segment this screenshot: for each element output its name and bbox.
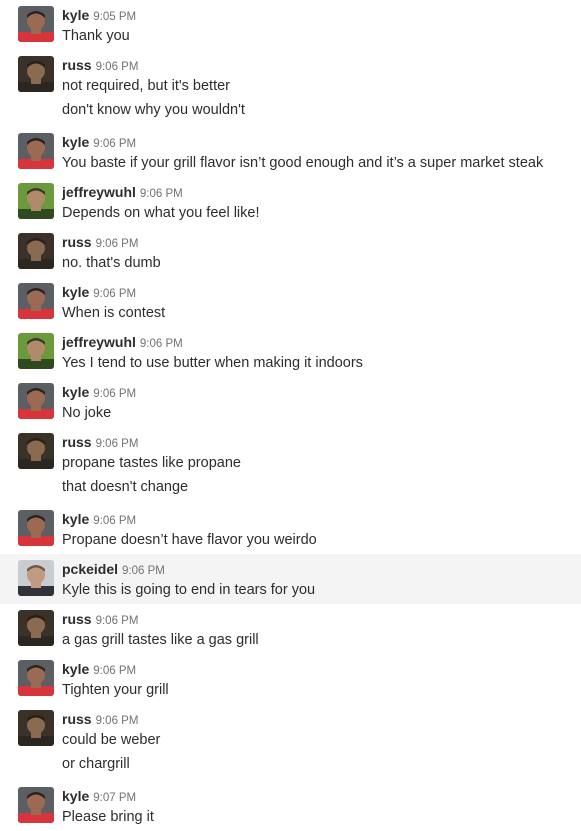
message-header: russ 9:06 PM xyxy=(62,710,138,730)
avatar[interactable] xyxy=(18,283,54,319)
message-item[interactable]: kyle 9:05 PM Thank you xyxy=(0,0,581,50)
message-item[interactable]: pckeidel 9:06 PM Kyle this is going to end… xyxy=(0,554,581,604)
timestamp[interactable]: 9:06 PM xyxy=(93,388,136,400)
message-item[interactable]: russ 9:06 PM a gas grill tastes like a gas… xyxy=(0,604,581,654)
timestamp[interactable]: 9:07 PM xyxy=(93,792,136,804)
timestamp[interactable]: 9:06 PM xyxy=(93,138,136,150)
message-header: russ 9:06 PM xyxy=(62,433,138,453)
username[interactable]: kyle xyxy=(62,284,89,300)
avatar[interactable] xyxy=(18,333,54,369)
avatar[interactable] xyxy=(18,433,54,469)
message-text: not required, but it's better xyxy=(62,78,231,94)
avatar[interactable] xyxy=(18,6,54,42)
avatar[interactable] xyxy=(18,787,54,823)
message-item[interactable]: russ 9:06 PM could be weber xyxy=(0,704,581,754)
timestamp[interactable]: 9:06 PM xyxy=(96,61,139,73)
username[interactable]: kyle xyxy=(62,384,89,400)
username[interactable]: jeffreywuhl xyxy=(62,184,136,200)
message-header: jeffreywuhl 9:06 PM xyxy=(62,183,183,203)
username[interactable]: russ xyxy=(62,611,92,627)
timestamp[interactable]: 9:06 PM xyxy=(96,438,139,450)
message-text: no. that's dumb xyxy=(62,255,161,271)
message-text: could be weber xyxy=(62,732,161,748)
message-header: pckeidel 9:06 PM xyxy=(62,560,165,580)
avatar[interactable] xyxy=(18,610,54,646)
username[interactable]: kyle xyxy=(62,134,89,150)
timestamp[interactable]: 9:06 PM xyxy=(96,238,139,250)
username[interactable]: kyle xyxy=(62,7,89,23)
message-text: Please bring it xyxy=(62,809,154,825)
message-header: russ 9:06 PM xyxy=(62,610,138,630)
message-text: a gas grill tastes like a gas grill xyxy=(62,632,259,648)
message-text: Depends on what you feel like! xyxy=(62,205,260,221)
message-item[interactable]: jeffreywuhl 9:06 PM Depends on what you fe… xyxy=(0,177,581,227)
avatar[interactable] xyxy=(18,183,54,219)
avatar[interactable] xyxy=(18,233,54,269)
message-text: Kyle this is going to end in tears for y… xyxy=(62,582,316,598)
message-header: kyle 9:05 PM xyxy=(62,6,136,26)
avatar[interactable] xyxy=(18,56,54,92)
username[interactable]: jeffreywuhl xyxy=(62,334,136,350)
timestamp[interactable]: 9:06 PM xyxy=(93,515,136,527)
message-header: kyle 9:06 PM xyxy=(62,510,136,530)
message-header: jeffreywuhl 9:06 PM xyxy=(62,333,183,353)
avatar[interactable] xyxy=(18,133,54,169)
avatar[interactable] xyxy=(18,710,54,746)
username[interactable]: russ xyxy=(62,57,92,73)
message-item[interactable]: kyle 9:06 PM You baste if your grill flavo… xyxy=(0,127,581,177)
timestamp[interactable]: 9:06 PM xyxy=(93,665,136,677)
message-header: kyle 9:06 PM xyxy=(62,283,136,303)
username[interactable]: russ xyxy=(62,711,92,727)
avatar[interactable] xyxy=(18,560,54,596)
message-header: kyle 9:06 PM xyxy=(62,133,136,153)
message-text: or chargrill xyxy=(62,756,130,772)
avatar[interactable] xyxy=(18,510,54,546)
username[interactable]: russ xyxy=(62,434,92,450)
message-item[interactable]: russ 9:06 PM no. that's dumb xyxy=(0,227,581,277)
message-header: kyle 9:06 PM xyxy=(62,660,136,680)
timestamp[interactable]: 9:05 PM xyxy=(93,11,136,23)
message-item[interactable]: kyle 9:07 PM Please bring it xyxy=(0,781,581,831)
message-continuation[interactable]: or chargrill xyxy=(0,754,581,781)
avatar[interactable] xyxy=(18,660,54,696)
message-text: No joke xyxy=(62,405,112,421)
message-text: Thank you xyxy=(62,28,130,44)
timestamp[interactable]: 9:06 PM xyxy=(96,715,139,727)
message-header: kyle 9:06 PM xyxy=(62,383,136,403)
message-text: Yes I tend to use butter when making it … xyxy=(62,355,363,371)
timestamp[interactable]: 9:06 PM xyxy=(96,615,139,627)
message-text: Tighten your grill xyxy=(62,682,169,698)
username[interactable]: kyle xyxy=(62,511,89,527)
timestamp[interactable]: 9:06 PM xyxy=(122,565,165,577)
message-header: russ 9:06 PM xyxy=(62,233,138,253)
message-continuation[interactable]: that doesn't change xyxy=(0,477,581,504)
timestamp[interactable]: 9:06 PM xyxy=(140,338,183,350)
message-continuation[interactable]: don't know why you wouldn't xyxy=(0,100,581,127)
message-item[interactable]: russ 9:06 PM not required, but it's better xyxy=(0,50,581,100)
avatar[interactable] xyxy=(18,383,54,419)
message-text: You baste if your grill flavor isn’t goo… xyxy=(62,155,544,171)
message-item[interactable]: kyle 9:06 PM Propane doesn’t have flavor y… xyxy=(0,504,581,554)
username[interactable]: pckeidel xyxy=(62,561,118,577)
message-item[interactable]: jeffreywuhl 9:06 PM Yes I tend to use butt… xyxy=(0,327,581,377)
username[interactable]: kyle xyxy=(62,788,89,804)
message-feed: kyle 9:05 PM Thank you russ 9:06 PM not requi… xyxy=(0,0,581,827)
message-text: don't know why you wouldn't xyxy=(62,102,245,118)
message-item[interactable]: kyle 9:06 PM Tighten your grill xyxy=(0,654,581,704)
message-text: propane tastes like propane xyxy=(62,455,241,471)
message-text: Propane doesn’t have flavor you weirdo xyxy=(62,532,317,548)
message-header: kyle 9:07 PM xyxy=(62,787,136,807)
username[interactable]: kyle xyxy=(62,661,89,677)
username[interactable]: russ xyxy=(62,234,92,250)
timestamp[interactable]: 9:06 PM xyxy=(93,288,136,300)
timestamp[interactable]: 9:06 PM xyxy=(140,188,183,200)
message-item[interactable]: russ 9:06 PM propane tastes like propane xyxy=(0,427,581,477)
message-text: When is contest xyxy=(62,305,166,321)
message-text: that doesn't change xyxy=(62,479,189,495)
message-item[interactable]: kyle 9:06 PM No joke xyxy=(0,377,581,427)
message-item[interactable]: kyle 9:06 PM When is contest xyxy=(0,277,581,327)
message-header: russ 9:06 PM xyxy=(62,56,138,76)
